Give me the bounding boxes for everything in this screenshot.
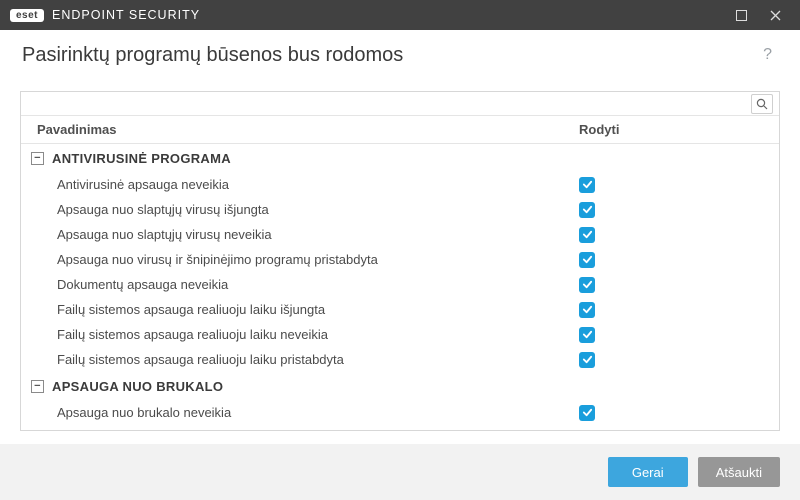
column-name-header[interactable]: Pavadinimas [21, 122, 579, 137]
maximize-button[interactable] [724, 0, 758, 30]
dialog-footer: Gerai Atšaukti [0, 444, 800, 500]
search-icon [756, 98, 768, 110]
item-row: Apsauga nuo brukalo neveikia [21, 400, 779, 425]
brand-badge: eset [10, 9, 44, 22]
page-header: Pasirinktų programų būsenos bus rodomos … [0, 30, 800, 75]
show-checkbox[interactable] [579, 405, 595, 421]
close-icon [770, 10, 781, 21]
item-label: Apsauga nuo brukalo neveikia [57, 405, 579, 420]
collapse-toggle-icon[interactable]: − [31, 152, 44, 165]
item-row: Failų sistemos apsauga realiuoju laiku p… [21, 347, 779, 372]
group-row[interactable]: −APSAUGA NUO BRUKALO [21, 372, 779, 400]
item-label: Apsauga nuo slaptųjų virusų neveikia [57, 227, 579, 242]
item-row: Dokumentų apsauga neveikia [21, 272, 779, 297]
item-row: Apsauga nuo slaptųjų virusų neveikia [21, 222, 779, 247]
item-row: Apsauga nuo virusų ir šnipinėjimo progra… [21, 247, 779, 272]
item-label: Dokumentų apsauga neveikia [57, 277, 579, 292]
title-bar: eset ENDPOINT SECURITY [0, 0, 800, 30]
show-checkbox[interactable] [579, 227, 595, 243]
search-button[interactable] [751, 94, 773, 114]
page-title: Pasirinktų programų būsenos bus rodomos [22, 44, 757, 67]
product-name: ENDPOINT SECURITY [52, 8, 200, 22]
group-row[interactable]: −ANTIVIRUSINĖ PROGRAMA [21, 144, 779, 172]
table-header: Pavadinimas Rodyti [21, 116, 779, 144]
item-label: Failų sistemos apsauga realiuoju laiku p… [57, 352, 579, 367]
column-show-header[interactable]: Rodyti [579, 122, 779, 137]
item-row: Apsauga nuo slaptųjų virusų išjungta [21, 197, 779, 222]
show-checkbox[interactable] [579, 327, 595, 343]
show-checkbox[interactable] [579, 277, 595, 293]
item-label: Failų sistemos apsauga realiuoju laiku n… [57, 327, 579, 342]
show-checkbox[interactable] [579, 352, 595, 368]
show-checkbox[interactable] [579, 430, 595, 431]
show-checkbox[interactable] [579, 252, 595, 268]
group-label: ANTIVIRUSINĖ PROGRAMA [52, 151, 231, 166]
collapse-toggle-icon[interactable]: − [31, 380, 44, 393]
close-button[interactable] [758, 0, 792, 30]
item-row: Apsauga nuo brukalo pristabdyta [21, 425, 779, 430]
item-label: Failų sistemos apsauga realiuoju laiku i… [57, 302, 579, 317]
item-row: Failų sistemos apsauga realiuoju laiku i… [21, 297, 779, 322]
show-checkbox[interactable] [579, 302, 595, 318]
item-row: Antivirusinė apsauga neveikia [21, 172, 779, 197]
item-row: Failų sistemos apsauga realiuoju laiku n… [21, 322, 779, 347]
search-bar [21, 92, 779, 116]
ok-button[interactable]: Gerai [608, 457, 688, 487]
item-label: Apsauga nuo virusų ir šnipinėjimo progra… [57, 252, 579, 267]
settings-panel: Pavadinimas Rodyti −ANTIVIRUSINĖ PROGRAM… [20, 91, 780, 431]
item-label: Antivirusinė apsauga neveikia [57, 177, 579, 192]
help-button[interactable]: ? [757, 44, 778, 66]
show-checkbox[interactable] [579, 202, 595, 218]
show-checkbox[interactable] [579, 177, 595, 193]
settings-grid[interactable]: −ANTIVIRUSINĖ PROGRAMAAntivirusinė apsau… [21, 144, 779, 430]
group-label: APSAUGA NUO BRUKALO [52, 379, 223, 394]
item-label: Apsauga nuo slaptųjų virusų išjungta [57, 202, 579, 217]
maximize-icon [736, 10, 747, 21]
cancel-button[interactable]: Atšaukti [698, 457, 780, 487]
